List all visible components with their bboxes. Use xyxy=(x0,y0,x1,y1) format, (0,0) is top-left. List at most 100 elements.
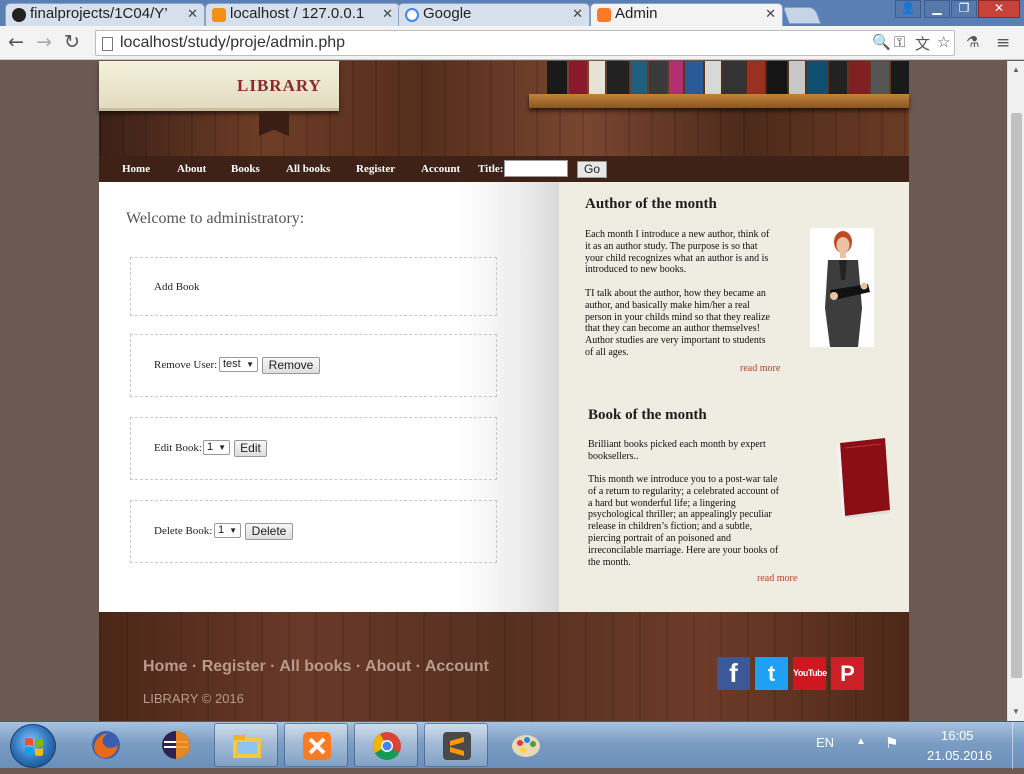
remove-user-value: test xyxy=(223,358,241,370)
footer-separator: · xyxy=(191,658,198,675)
start-button[interactable] xyxy=(10,724,56,768)
back-arrow-icon[interactable]: ← xyxy=(8,31,24,53)
author-read-more-link[interactable]: read more xyxy=(740,363,780,374)
author-paragraph-2: TI talk about the author, how they becam… xyxy=(585,288,770,358)
tab-github[interactable]: finalprojects/1C04/Y’ ✕ xyxy=(5,3,205,26)
nav-home[interactable]: Home xyxy=(122,163,150,175)
forward-arrow-icon[interactable]: → xyxy=(36,31,52,53)
footer-separator: · xyxy=(415,658,421,675)
key-icon[interactable]: ⚿ xyxy=(894,33,905,51)
close-icon[interactable]: ✕ xyxy=(765,6,776,22)
menu-icon[interactable]: ≡ xyxy=(996,33,1010,53)
tab-google[interactable]: Google ✕ xyxy=(398,3,590,26)
clock-date[interactable]: 21.05.2016 xyxy=(927,748,992,763)
scroll-down-icon[interactable]: ▼ xyxy=(1012,707,1020,716)
remove-user-button[interactable]: Remove xyxy=(262,357,320,374)
tab-admin[interactable]: Admin ✕ xyxy=(590,3,783,26)
clock-time[interactable]: 16:05 xyxy=(941,728,974,743)
firefox-icon xyxy=(90,729,122,761)
close-icon[interactable]: ✕ xyxy=(572,6,583,22)
reload-icon[interactable]: ↻ xyxy=(64,31,80,53)
delete-book-button[interactable]: Delete xyxy=(245,523,293,540)
nav-register[interactable]: Register xyxy=(356,163,395,175)
footer-link-all-books[interactable]: All books xyxy=(279,658,351,675)
site-header: LIBRARY xyxy=(99,61,909,156)
scrollbar-thumb[interactable] xyxy=(1011,113,1022,678)
scroll-up-icon[interactable]: ▲ xyxy=(1012,65,1020,74)
logo-book: LIBRARY xyxy=(99,61,339,111)
author-photo xyxy=(810,228,874,347)
shelf-board xyxy=(529,94,909,108)
nav-account[interactable]: Account xyxy=(421,163,460,175)
action-center-flag-icon[interactable]: ⚑ xyxy=(885,734,898,753)
edit-book-select[interactable]: 1 ▼ xyxy=(203,440,230,455)
taskbar-chrome[interactable] xyxy=(354,723,418,767)
taskbar-firefox[interactable] xyxy=(74,723,138,767)
footer-link-account[interactable]: Account xyxy=(425,658,489,675)
taskbar-paint[interactable] xyxy=(494,723,558,767)
address-bar[interactable]: localhost/study/proje/admin.php xyxy=(95,30,955,56)
profile-button[interactable]: 👤 xyxy=(895,0,921,18)
xampp-icon xyxy=(597,8,611,22)
chevron-down-icon: ▼ xyxy=(218,443,226,452)
taskbar-sublime[interactable] xyxy=(424,723,488,767)
site-navbar: Home About Books All books Register Acco… xyxy=(99,156,909,182)
tab-label: Admin xyxy=(615,5,658,22)
book-read-more-link[interactable]: read more xyxy=(757,573,797,584)
author-of-month-heading: Author of the month xyxy=(585,196,717,212)
page-scrollbar[interactable]: ▲ ▼ xyxy=(1007,61,1024,721)
edit-book-box: Edit Book: 1 ▼ Edit xyxy=(130,417,497,480)
taskbar-explorer[interactable] xyxy=(214,723,278,767)
language-indicator[interactable]: EN xyxy=(816,735,834,750)
browser-toolbar: ← → ↻ localhost/study/proje/admin.php 🔍 … xyxy=(0,26,1024,60)
maximize-button[interactable]: ❐ xyxy=(951,0,977,18)
windows-taskbar: EN ▲ ⚑ 16:05 21.05.2016 xyxy=(0,721,1024,769)
close-icon[interactable]: ✕ xyxy=(187,6,198,22)
extension-icon[interactable]: ⚗ xyxy=(966,33,979,51)
tab-label: finalprojects/1C04/Y’ xyxy=(30,5,168,22)
tab-phpmyadmin[interactable]: localhost / 127.0.0.1 ✕ xyxy=(205,3,400,26)
edit-book-button[interactable]: Edit xyxy=(234,440,267,457)
close-icon[interactable]: ✕ xyxy=(382,6,393,22)
book-paragraph-1: Brilliant books picked each month by exp… xyxy=(588,439,766,462)
footer-link-about[interactable]: About xyxy=(365,658,411,675)
star-icon[interactable]: ☆ xyxy=(937,33,950,51)
windows-logo-icon xyxy=(25,738,43,756)
pinterest-icon[interactable]: P xyxy=(831,657,864,690)
translate-icon[interactable]: 文 xyxy=(915,33,930,54)
new-tab-button[interactable] xyxy=(782,7,822,24)
google-icon xyxy=(405,8,419,22)
twitter-icon[interactable]: t xyxy=(755,657,788,690)
tab-label: localhost / 127.0.0.1 xyxy=(230,5,365,22)
delete-book-select[interactable]: 1 ▼ xyxy=(214,523,241,538)
zoom-icon[interactable]: 🔍 xyxy=(872,33,891,51)
edit-book-label: Edit Book: xyxy=(154,442,202,454)
footer-link-register[interactable]: Register xyxy=(202,658,266,675)
sublime-text-icon xyxy=(441,730,473,762)
show-desktop-button[interactable] xyxy=(1012,722,1024,769)
footer-nav: Home · Register · All books · About · Ac… xyxy=(143,658,489,676)
close-window-button[interactable]: ✕ xyxy=(978,0,1020,18)
add-book-link[interactable]: Add Book xyxy=(154,281,200,293)
nav-books[interactable]: Books xyxy=(231,163,260,175)
remove-user-select[interactable]: test ▼ xyxy=(219,357,258,372)
minimize-button[interactable]: ▁ xyxy=(924,0,950,18)
nav-about[interactable]: About xyxy=(177,163,206,175)
delete-book-label: Delete Book: xyxy=(154,525,213,537)
site-footer: Home · Register · All books · About · Ac… xyxy=(99,612,909,721)
welcome-heading: Welcome to administratory: xyxy=(126,210,305,227)
facebook-icon[interactable]: f xyxy=(717,657,750,690)
search-go-button[interactable]: Go xyxy=(577,161,607,178)
taskbar-xampp[interactable] xyxy=(284,723,348,767)
copyright-text: LIBRARY © 2016 xyxy=(143,691,244,706)
folder-icon xyxy=(231,730,263,762)
admin-panel: Welcome to administratory: Add Book Remo… xyxy=(99,182,559,612)
footer-link-home[interactable]: Home xyxy=(143,658,187,675)
youtube-icon[interactable]: YouTube xyxy=(793,657,827,690)
taskbar-eclipse[interactable] xyxy=(144,723,208,767)
search-title-input[interactable] xyxy=(504,160,568,177)
show-hidden-icons-arrow-icon[interactable]: ▲ xyxy=(856,736,866,747)
site-logo[interactable]: LIBRARY xyxy=(237,76,322,96)
remove-user-box: Remove User: test ▼ Remove xyxy=(130,334,497,397)
nav-all-books[interactable]: All books xyxy=(286,163,330,175)
